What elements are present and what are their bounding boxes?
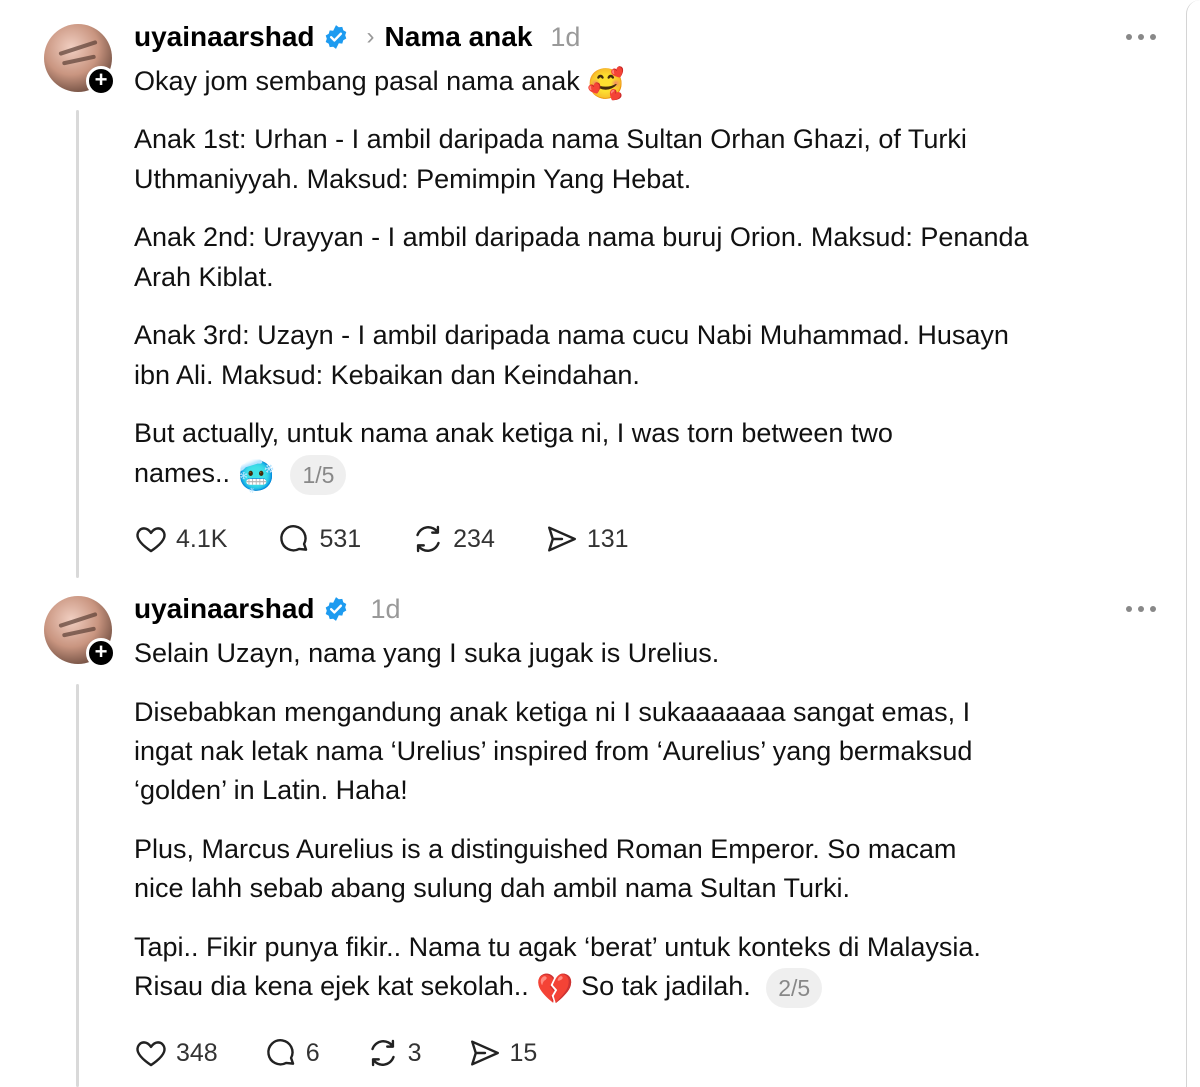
post-text-line: Anak 1st: Urhan - I ambil daripada nama … [134,124,967,154]
thread-counter: 1/5 [290,454,347,495]
post-text-line: ingat nak letak nama ‘Urelius’ inspired … [134,736,973,766]
username[interactable]: uyainaarshad [134,593,315,625]
avatar[interactable]: + [44,596,116,668]
post-text: Risau dia kena ejek kat sekolah.. 💔 So t… [134,967,823,1009]
action-bar: 4.1K 531 234 131 [134,522,679,556]
share-icon [470,1040,499,1066]
share-count: 15 [509,1038,538,1067]
thread-post-1: + uyainaarshad › Nama anak 1d Okay jom s… [0,0,1200,580]
post-text-line: Anak 2nd: Urayyan - I ambil daripada nam… [134,222,1029,252]
thread-post-2: + uyainaarshad 1d Selain Uzayn, nama yan… [0,580,1200,1087]
post-text-line: nice lahh sebab abang sulung dah ambil n… [134,873,850,903]
avatar-shape [61,54,97,66]
post-text: Okay jom sembang pasal nama anak 🥰 [134,62,625,104]
emoji: 💔 [536,973,574,1006]
comment-icon [266,1039,294,1066]
post-text-line: Selain Uzayn, nama yang I suka jugak is … [134,638,720,668]
avatar-shape [58,611,98,629]
like-button[interactable]: 348 [134,1036,218,1070]
like-count: 348 [176,1038,218,1067]
username[interactable]: uyainaarshad [134,21,315,53]
like-button[interactable]: 4.1K [134,522,227,556]
post-text-line: So tak jadilah. [581,971,751,1001]
reply-button[interactable]: 531 [277,522,361,556]
post-text-line: But actually, untuk nama anak ketiga ni,… [134,418,893,448]
post-text-line: Plus, Marcus Aurelius is a distinguished… [134,834,957,864]
post-text-line: Uthmaniyyah. Maksud: Pemimpin Yang Hebat… [134,164,692,194]
post-text-line: ‘golden’ in Latin. Haha! [134,775,408,805]
follow-plus-icon[interactable]: + [86,66,116,96]
emoji: 🥰 [587,68,625,101]
avatar[interactable]: + [44,24,116,96]
timestamp[interactable]: 1d [550,22,580,53]
thread-counter: 2/5 [766,967,823,1008]
action-bar: 348 6 3 15 [134,1036,587,1070]
more-options-icon[interactable] [1126,34,1156,40]
avatar-shape [58,39,98,57]
repost-button[interactable]: 3 [366,1036,422,1070]
post-text-line: Tapi.. Fikir punya fikir.. Nama tu agak … [134,932,981,962]
post-text-line: names.. [134,458,231,488]
post-text-line: Arah Kiblat. [134,262,274,292]
timestamp[interactable]: 1d [371,594,401,625]
repost-count: 3 [407,1038,422,1067]
follow-plus-icon[interactable]: + [86,638,116,668]
thread-line [76,110,79,578]
heart-icon [136,1041,166,1067]
repost-button[interactable]: 234 [411,522,495,556]
repost-count: 234 [453,524,495,553]
post-text-line: Anak 3rd: Uzayn - I ambil daripada nama … [134,320,1009,350]
reply-count: 6 [305,1038,320,1067]
reply-count: 531 [319,524,362,553]
like-count: 4.1K [176,524,228,553]
verified-badge-icon [325,25,346,49]
more-options-icon[interactable] [1126,606,1156,612]
verified-badge-icon [325,597,346,621]
emoji: 🥶 [237,460,275,493]
chevron-right-icon: › [366,23,375,50]
post-text: names.. 🥶 1/5 [134,454,347,496]
share-icon [547,526,576,552]
post-header: uyainaarshad 1d [134,589,401,629]
share-count: 131 [586,524,629,553]
share-button[interactable]: 15 [468,1036,538,1070]
reply-button[interactable]: 6 [264,1036,320,1070]
post-text-line: ibn Ali. Maksud: Kebaikan dan Keindahan. [134,360,640,390]
post-text-line: Disebabkan mengandung anak ketiga ni I s… [134,697,971,727]
topic-tag[interactable]: Nama anak [385,21,533,53]
heart-icon [136,527,166,553]
thread-line [76,684,79,1087]
repost-icon [370,1039,395,1067]
repost-icon [416,525,440,553]
post-text-line: Risau dia kena ejek kat sekolah.. [134,971,529,1001]
share-button[interactable]: 131 [545,522,629,556]
post-header: uyainaarshad › Nama anak 1d [134,17,580,57]
comment-icon [280,525,308,552]
post-text-line: Okay jom sembang pasal nama anak [134,66,580,96]
avatar-shape [61,626,97,638]
